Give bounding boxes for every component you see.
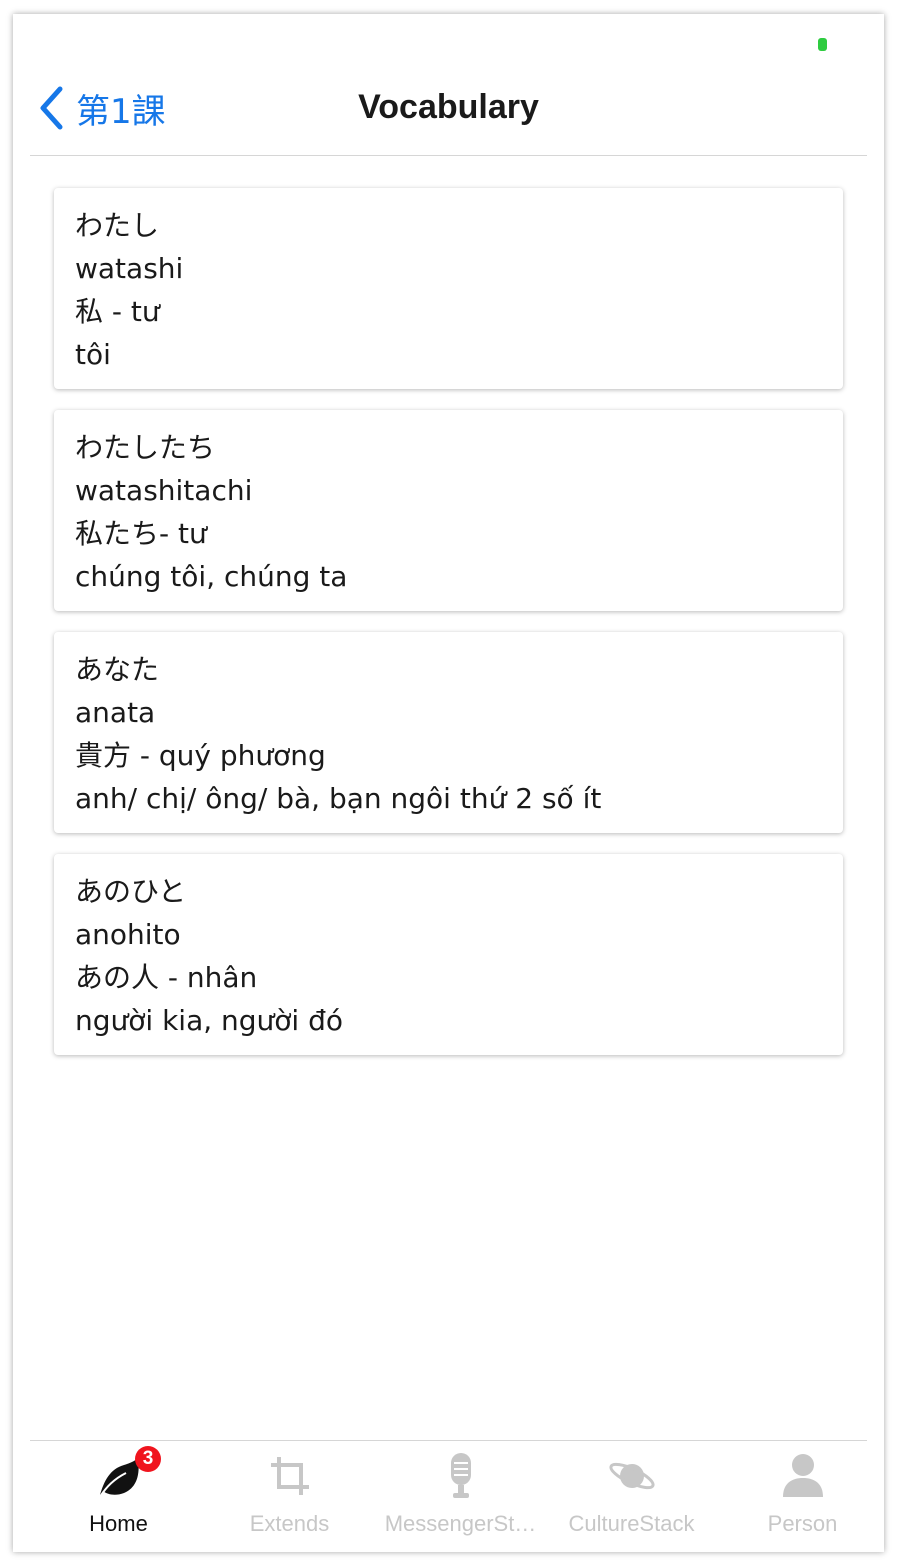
microphone-icon	[436, 1451, 486, 1501]
navigation-bar: 第1課 Vocabulary	[30, 74, 867, 156]
vocabulary-card[interactable]: あなた anata 貴方 - quý phương anh/ chị/ ông/…	[54, 632, 843, 833]
vocab-kana: あなた	[75, 653, 160, 686]
tab-bar: 3 Home Extends MessengerSt… CultureStack…	[30, 1440, 867, 1552]
crop-icon	[265, 1451, 315, 1501]
vocabulary-card[interactable]: わたし watashi 私 - tư tôi	[54, 188, 843, 389]
tab-label: CultureStack	[568, 1511, 695, 1536]
vocab-romaji: anohito	[75, 918, 181, 951]
vocabulary-list: わたし watashi 私 - tư tôi わたしたち watashitach…	[54, 188, 843, 1076]
planet-icon	[607, 1451, 657, 1501]
vocab-romaji: anata	[75, 696, 156, 729]
tab-messengerstack[interactable]: MessengerSt…	[377, 1441, 544, 1552]
vocab-romaji: watashi	[75, 252, 184, 285]
vocabulary-card[interactable]: わたしたち watashitachi 私たち- tư chúng tôi, ch…	[54, 410, 843, 611]
phone-screen: 第1課 Vocabulary わたし watashi 私 - tư tôi わた…	[13, 14, 884, 1552]
tab-person[interactable]: Person	[719, 1441, 884, 1552]
vocab-meaning: anh/ chị/ ông/ bà, bạn ngôi thứ 2 số ít	[75, 782, 602, 815]
vocab-kanji: 貴方 - quý phương	[75, 739, 326, 772]
tab-label: Person	[767, 1511, 838, 1536]
tab-extends[interactable]: Extends	[206, 1441, 373, 1552]
vocab-meaning: chúng tôi, chúng ta	[75, 560, 348, 593]
tab-label: MessengerSt…	[384, 1511, 537, 1536]
vocab-kanji: 私たち- tư	[75, 517, 207, 550]
person-icon	[778, 1451, 828, 1501]
vocab-kanji: 私 - tư	[75, 295, 160, 328]
vocab-kana: あのひと	[75, 875, 187, 908]
vocab-kanji: あの人 - nhân	[75, 961, 258, 994]
tab-home[interactable]: 3 Home	[35, 1441, 202, 1552]
vocab-meaning: người kia, người đó	[75, 1004, 344, 1037]
vocab-kana: わたし	[75, 209, 160, 242]
notification-badge: 3	[135, 1446, 161, 1472]
vocab-meaning: tôi	[75, 338, 111, 371]
vocab-kana: わたしたち	[75, 431, 216, 464]
page-title: Vocabulary	[358, 88, 539, 126]
status-indicator	[818, 38, 827, 51]
tab-culturestack[interactable]: CultureStack	[548, 1441, 715, 1552]
tab-label: Home	[89, 1511, 148, 1536]
tab-label: Extends	[249, 1511, 330, 1536]
vocab-romaji: watashitachi	[75, 474, 253, 507]
vocabulary-card[interactable]: あのひと anohito あの人 - nhân người kia, người…	[54, 854, 843, 1055]
